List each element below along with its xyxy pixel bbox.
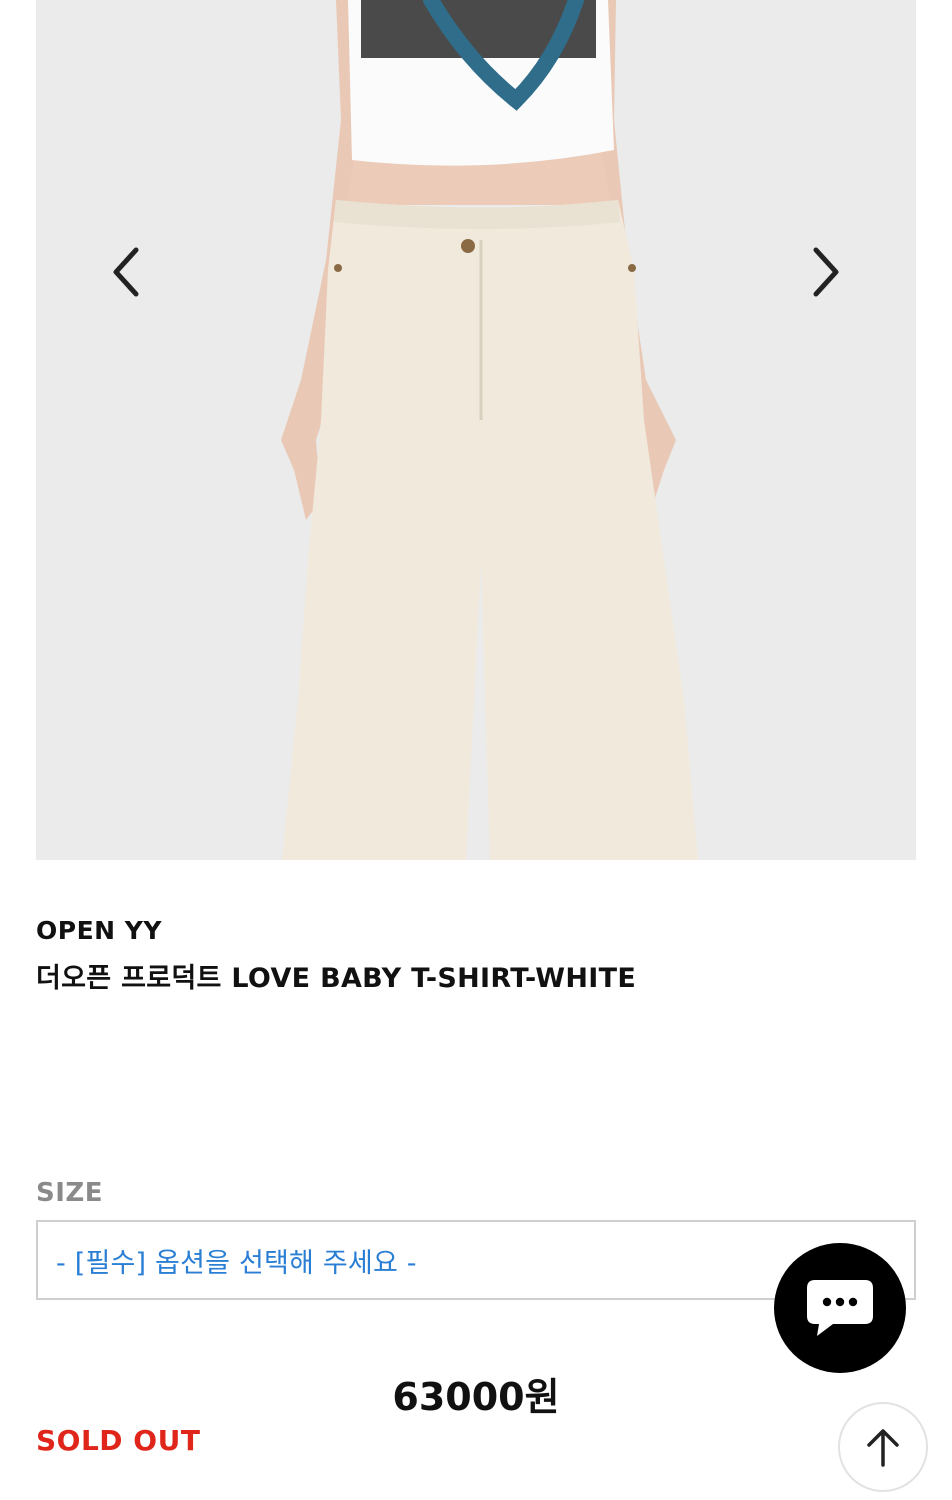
gallery-next-button[interactable] [794,240,858,304]
size-option-label: SIZE [36,1178,104,1208]
sold-out-badge: SOLD OUT [36,1424,201,1457]
arrow-up-icon [867,1429,899,1467]
chevron-left-icon [113,247,139,297]
product-photo [36,0,916,860]
scroll-top-button[interactable] [838,1402,928,1492]
product-image-gallery[interactable] [36,0,916,860]
chat-button[interactable] [774,1243,906,1373]
gallery-prev-button[interactable] [94,240,158,304]
chat-bubble-icon [807,1280,873,1336]
chevron-right-icon [813,247,839,297]
brand-name: OPEN YY [36,916,162,945]
product-name: 더오픈 프로덕트 LOVE BABY T-SHIRT-WHITE [36,963,637,994]
size-option-placeholder: - [필수] 옵션을 선택해 주세요 - [56,1247,417,1279]
product-price: 63000원 [392,1375,560,1419]
